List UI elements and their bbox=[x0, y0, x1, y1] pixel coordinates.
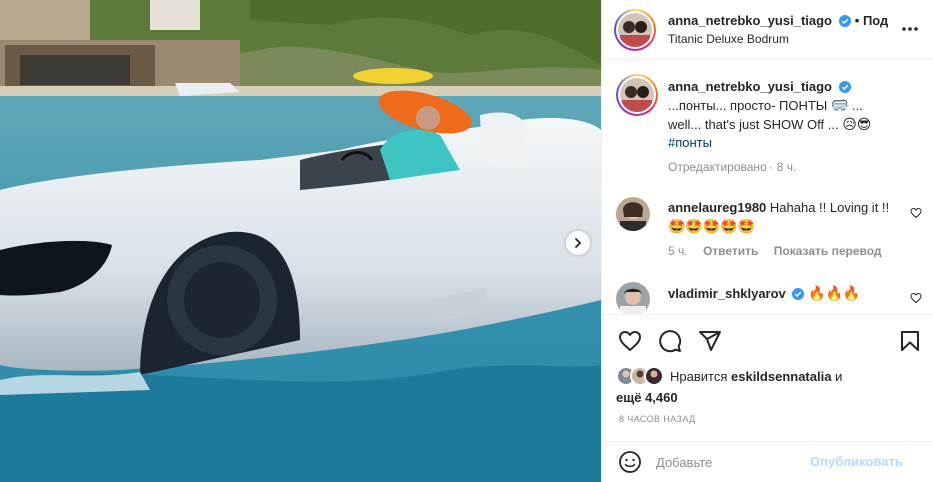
hashtag-link[interactable]: #понты bbox=[668, 134, 908, 152]
post-location[interactable]: Titanic Deluxe Bodrum bbox=[668, 30, 888, 48]
likes-prefix: Нравится bbox=[670, 368, 728, 384]
comments-list[interactable]: anna_netrebko_yusi_tiago ...понты... про… bbox=[602, 61, 933, 314]
glasses-emoji-icon: 🥽 bbox=[830, 97, 849, 113]
caption-age[interactable]: 8 ч. bbox=[777, 160, 797, 174]
caption-avatar-image bbox=[620, 78, 654, 112]
share-icon[interactable] bbox=[698, 329, 722, 353]
author-avatar[interactable] bbox=[614, 8, 656, 51]
emoji-icon[interactable] bbox=[618, 450, 642, 474]
caption-line-1: ...понты... просто- ПОНТЫ bbox=[668, 98, 828, 113]
post-header: anna_netrebko_yusi_tiago • Под Titanic D… bbox=[602, 0, 933, 60]
post-photo bbox=[0, 0, 601, 482]
caption-line-1-tail: ... bbox=[852, 98, 863, 113]
verified-badge-icon bbox=[838, 15, 851, 27]
comment-age[interactable]: 5 ч. bbox=[668, 244, 688, 258]
bookmark-icon[interactable] bbox=[898, 329, 922, 353]
caption-line-2: well... that's just SHOW Off ... bbox=[668, 117, 839, 132]
caption-username[interactable]: anna_netrebko_yusi_tiago bbox=[668, 79, 832, 94]
follow-button[interactable]: • Под bbox=[855, 13, 889, 28]
post-timestamp[interactable]: 8 ЧАСОВ НАЗАД bbox=[619, 414, 696, 424]
edited-label: Отредактировано bbox=[668, 160, 767, 174]
caption-emojis: 😥😎 bbox=[842, 116, 872, 132]
caption-avatar[interactable] bbox=[616, 74, 658, 116]
action-bar bbox=[602, 314, 933, 366]
more-options-icon[interactable] bbox=[900, 19, 920, 39]
liker-avatar bbox=[644, 366, 664, 386]
comment-emojis: 🔥🔥🔥 bbox=[808, 285, 861, 301]
comment-input[interactable] bbox=[656, 454, 806, 470]
heart-icon[interactable] bbox=[618, 329, 642, 353]
commenter-avatar-image bbox=[616, 282, 650, 314]
comment-username[interactable]: annelaureg1980 bbox=[668, 200, 766, 215]
comment-username[interactable]: vladimir_shklyarov bbox=[668, 286, 786, 301]
liker-avatars[interactable] bbox=[616, 366, 664, 386]
comment-icon[interactable] bbox=[658, 329, 682, 353]
comment-emojis: 🤩🤩🤩🤩🤩 bbox=[668, 218, 756, 234]
verified-badge-icon bbox=[792, 288, 805, 300]
likes-summary: Нравится eskildsennatalia и ещё 4,460 bbox=[616, 366, 916, 405]
chevron-right-icon bbox=[575, 238, 582, 248]
verified-badge-icon bbox=[838, 81, 851, 93]
comment-like-heart-icon[interactable] bbox=[910, 292, 922, 304]
show-translation-button[interactable]: Показать перевод bbox=[774, 244, 882, 258]
publish-button[interactable]: Опубликовать bbox=[810, 454, 903, 469]
likes-and: и bbox=[835, 368, 843, 384]
comment-like-heart-icon[interactable] bbox=[910, 207, 922, 219]
add-comment-bar: Опубликовать bbox=[602, 441, 933, 482]
author-avatar-image bbox=[618, 12, 652, 47]
liker-username[interactable]: eskildsennatalia bbox=[731, 369, 831, 384]
commenter-avatar[interactable] bbox=[616, 197, 650, 234]
commenter-avatar-image bbox=[616, 197, 650, 231]
comment-text: Hahaha !! Loving it !! bbox=[769, 200, 890, 215]
likes-count[interactable]: ещё 4,460 bbox=[616, 390, 916, 405]
post-media[interactable] bbox=[0, 0, 601, 482]
post-sidebar: anna_netrebko_yusi_tiago • Под Titanic D… bbox=[601, 0, 933, 482]
author-username[interactable]: anna_netrebko_yusi_tiago bbox=[668, 13, 832, 28]
carousel-next-button[interactable] bbox=[566, 231, 590, 255]
reply-button[interactable]: Ответить bbox=[703, 244, 758, 258]
commenter-avatar[interactable] bbox=[616, 282, 650, 314]
